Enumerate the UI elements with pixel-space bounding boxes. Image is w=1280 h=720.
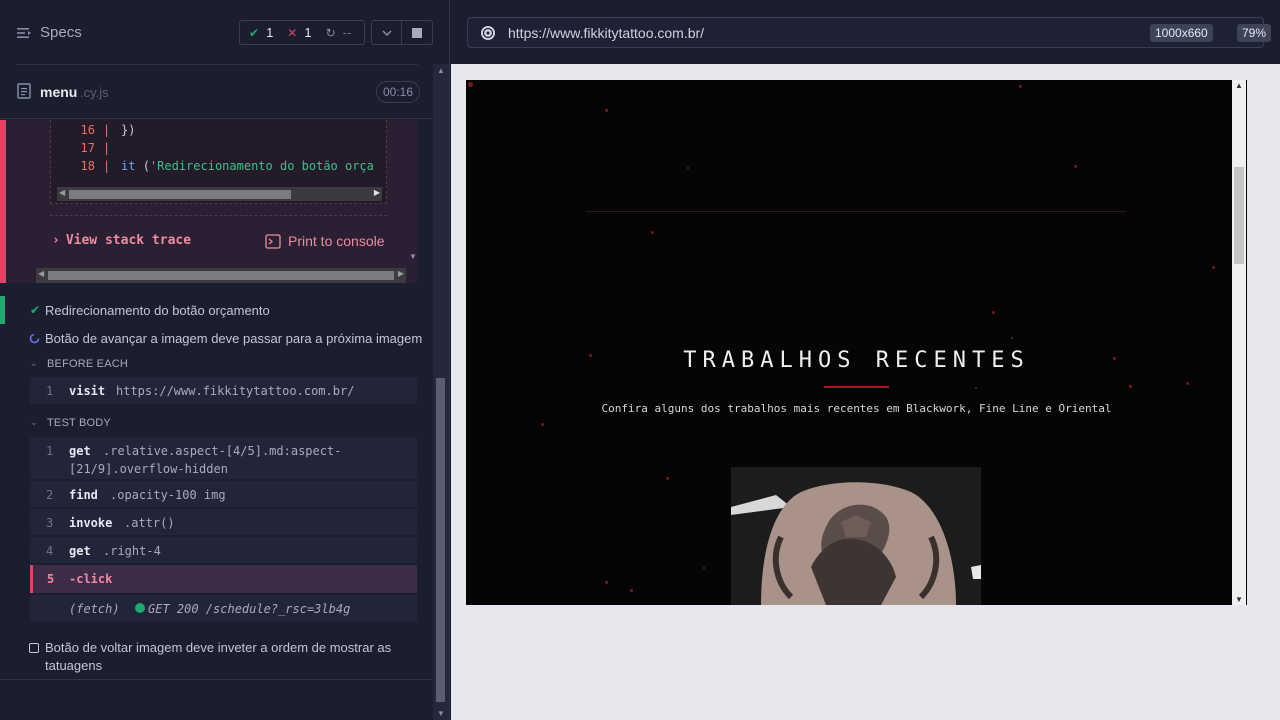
specs-list-icon[interactable]	[16, 25, 32, 41]
stop-icon[interactable]	[402, 21, 432, 44]
passed-stat: ✔ 1	[249, 25, 273, 40]
error-vertical-scrollbar[interactable]: ▼	[406, 120, 422, 268]
test-title-cont: tatuagens	[45, 658, 103, 673]
command-name: visit	[69, 384, 106, 398]
chevron-down-icon: ⌄	[30, 417, 38, 427]
command-arg: .right-4	[103, 544, 161, 558]
pending-square-icon	[29, 643, 39, 653]
code-horizontal-scrollbar[interactable]: ◀ ▶	[57, 187, 382, 201]
test-title: Redirecionamento do botão orçamento	[45, 303, 270, 318]
command-number: 1	[46, 384, 54, 398]
code-text: it ('Redirecionamento do botão orça	[121, 159, 374, 173]
line-number: 16	[80, 123, 95, 137]
command-arg: [21/9].overflow-hidden	[69, 462, 228, 476]
command-name: find	[69, 488, 98, 502]
reporter-header: Specs ✔ 1 ✕ 1 ↻ --	[0, 0, 450, 64]
run-controls	[371, 20, 433, 45]
command-row[interactable]: 3 invoke .attr()	[30, 509, 417, 535]
command-arg: .relative.aspect-[4/5].md:aspect-	[103, 444, 342, 458]
chevron-down-icon[interactable]	[372, 21, 403, 44]
url-bar[interactable]: https://www.fikkitytattoo.com.br/ 1000x6…	[467, 17, 1272, 48]
command-number: 1	[46, 444, 54, 458]
terminal-icon	[265, 233, 281, 249]
command-row[interactable]: 1 get .relative.aspect-[4/5].md:aspect- …	[30, 437, 417, 479]
test-item-pending[interactable]: Botão de voltar imagem deve inveter a or…	[0, 640, 432, 676]
section-subtitle: Confira alguns dos trabalhos mais recent…	[601, 402, 1112, 415]
spec-header: menu .cy.js 00:16	[0, 65, 432, 119]
specs-button-label[interactable]: Specs	[40, 24, 82, 41]
cross-icon: ✕	[287, 25, 298, 40]
zoom-badge[interactable]: 79%	[1237, 24, 1272, 42]
file-icon	[17, 83, 31, 99]
fetch-label: (fetch)	[69, 602, 120, 616]
test-item-running[interactable]: Botão de avançar a imagem deve passar pa…	[0, 331, 432, 351]
command-row-active[interactable]: 5 -click	[30, 565, 417, 593]
check-icon: ✔	[249, 25, 260, 40]
test-stats: ✔ 1 ✕ 1 ↻ --	[239, 20, 365, 45]
print-label: Print to console	[288, 233, 385, 249]
command-name: invoke	[69, 516, 113, 530]
command-row[interactable]: 1 visit https://www.fikkitytattoo.com.br…	[30, 377, 417, 404]
check-icon: ✔	[30, 303, 41, 317]
aut-scrollbar[interactable]: ▲ ▼	[1232, 80, 1246, 605]
command-log[interactable]: 16 | }) 17 | 18 | it ('Redirecionamento …	[0, 120, 432, 680]
spec-extension: .cy.js	[80, 85, 109, 100]
command-number: 3	[46, 516, 54, 530]
chevron-right-icon: ›	[52, 233, 60, 248]
spec-name: menu	[40, 84, 78, 100]
view-stack-trace-button[interactable]: › View stack trace	[52, 233, 191, 248]
decorative-line	[586, 211, 1126, 212]
fetch-text: GET 200 /schedule?_rsc=3lb4g	[148, 602, 351, 616]
line-number: 17	[80, 141, 95, 155]
url-text[interactable]: https://www.fikkitytattoo.com.br/	[508, 25, 704, 41]
command-arg: .attr()	[124, 516, 175, 530]
command-number: 2	[46, 488, 54, 502]
code-frame: 16 | }) 17 | 18 | it ('Redirecionamento …	[50, 120, 387, 204]
tattoo-image[interactable]	[731, 467, 981, 605]
command-row[interactable]: 2 find .opacity-100 img	[30, 481, 417, 507]
command-arg: https://www.fikkitytattoo.com.br/	[116, 384, 355, 398]
test-item-passed[interactable]: ✔ Redirecionamento do botão orçamento	[0, 303, 432, 323]
command-name: get	[69, 444, 91, 458]
reporter-panel: Specs ✔ 1 ✕ 1 ↻ -- menu .cy.js 00:16 16 …	[0, 0, 450, 720]
error-horizontal-scrollbar[interactable]: ◀ ▶	[36, 268, 406, 283]
command-name: -click	[69, 572, 113, 586]
spec-duration: 00:16	[376, 81, 421, 103]
status-dot-icon	[135, 603, 145, 613]
test-title: Botão de avançar a imagem deve passar pa…	[45, 331, 423, 346]
failed-count: 1	[304, 25, 312, 40]
view-stack-label: View stack trace	[65, 233, 192, 248]
aut-panel: https://www.fikkitytattoo.com.br/ 1000x6…	[451, 0, 1280, 720]
command-number: 4	[46, 544, 54, 558]
command-name: get	[69, 544, 91, 558]
browser-header: https://www.fikkitytattoo.com.br/ 1000x6…	[451, 0, 1280, 64]
error-panel: 16 | }) 17 | 18 | it ('Redirecionamento …	[0, 120, 417, 283]
section-title: TRABALHOS RECENTES	[683, 348, 1030, 373]
command-row[interactable]: 4 get .right-4	[30, 537, 417, 563]
fetch-row[interactable]: (fetch) GET 200 /schedule?_rsc=3lb4g	[30, 595, 417, 621]
app-under-test-frame[interactable]: TRABALHOS RECENTES Confira alguns dos tr…	[466, 80, 1247, 605]
line-number: 18	[80, 159, 95, 173]
spinner-icon: ↻	[325, 25, 336, 40]
passed-count: 1	[266, 25, 274, 40]
pending-count: --	[342, 25, 352, 40]
section-label: BEFORE EACH	[47, 358, 129, 370]
command-arg: .opacity-100 img	[110, 488, 226, 502]
test-title: Botão de voltar imagem deve inveter a or…	[45, 640, 392, 655]
section-label: TEST BODY	[47, 417, 111, 429]
running-spinner-icon	[29, 333, 40, 344]
title-underline	[824, 386, 889, 388]
chevron-down-icon: ⌄	[30, 358, 38, 368]
print-to-console-button[interactable]: Print to console	[265, 233, 385, 249]
command-number: 5	[47, 572, 55, 586]
code-text: })	[121, 123, 136, 137]
reporter-scrollbar[interactable]: ▲ ▼	[433, 64, 449, 720]
viewport-size-badge[interactable]: 1000x660	[1150, 24, 1213, 42]
divider	[0, 679, 432, 680]
globe-icon	[481, 26, 495, 40]
pending-stat: ↻ --	[326, 25, 352, 40]
failed-stat: ✕ 1	[287, 25, 311, 40]
